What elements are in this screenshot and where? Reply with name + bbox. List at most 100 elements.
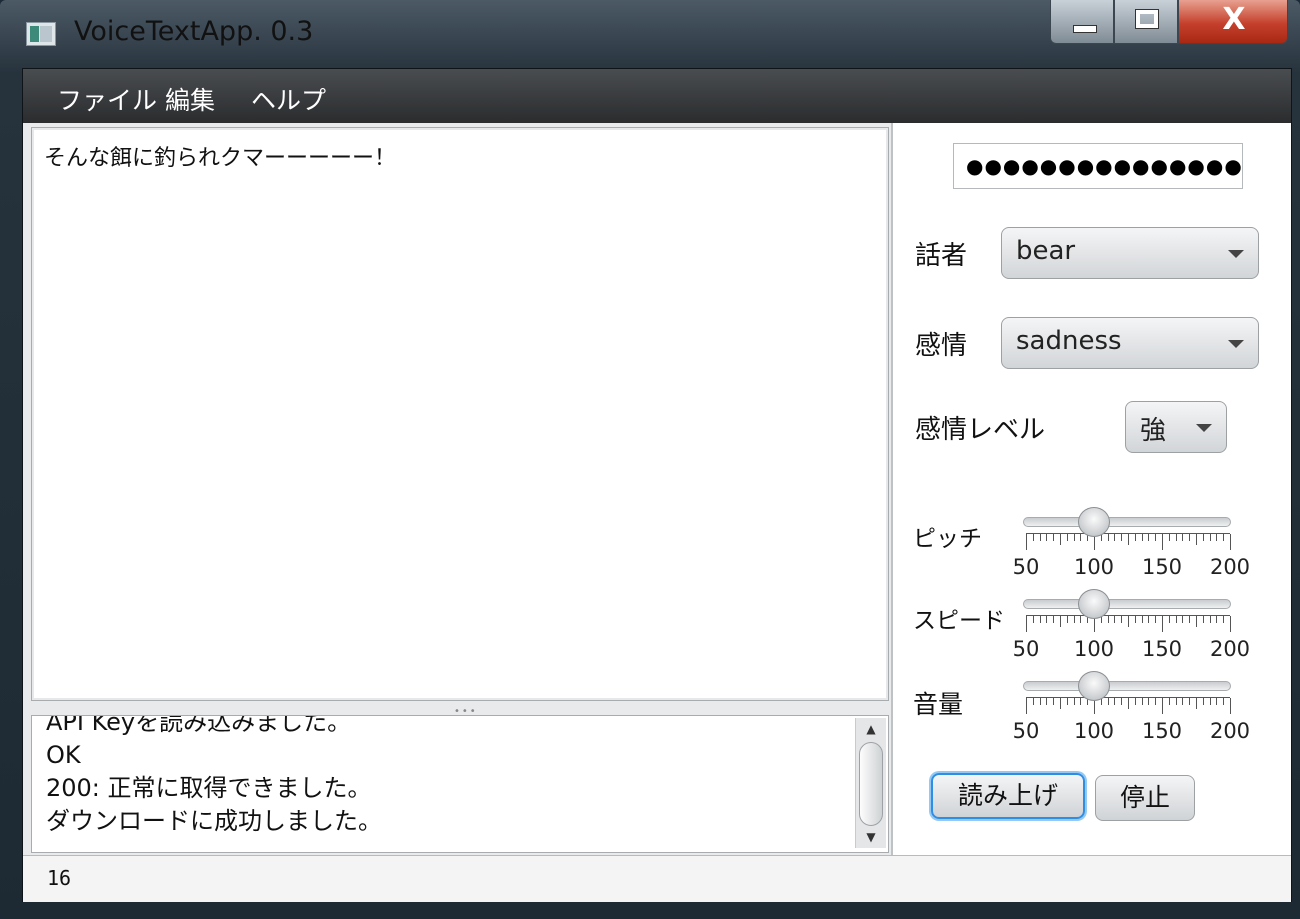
tick-mark <box>1026 698 1027 714</box>
log-area[interactable]: API Keyを読み込みました。 OK 200: 正常に取得できました。 ダウン… <box>31 715 889 853</box>
tick-mark <box>1148 534 1150 541</box>
log-line: ダウンロードに成功しました。 <box>46 807 382 835</box>
chevron-down-icon <box>1228 250 1244 258</box>
tick-mark <box>1046 698 1048 705</box>
emotion-level-value: 強 <box>1140 416 1167 446</box>
tick-mark <box>1114 698 1116 705</box>
tick-mark <box>1114 616 1116 623</box>
status-bar: 16 <box>23 855 1291 902</box>
emotion-level-label: 感情レベル <box>915 415 1046 445</box>
emotion-level-select[interactable]: 強 <box>1125 401 1227 453</box>
tick-label: 50 <box>1012 719 1040 743</box>
slider-track[interactable] <box>1023 681 1231 691</box>
log-line: API Keyを読み込みました。 <box>46 715 352 736</box>
tick-mark <box>1080 534 1082 541</box>
close-button[interactable]: X <box>1178 0 1288 44</box>
speaker-label: 話者 <box>915 241 968 271</box>
tick-mark <box>1053 534 1055 541</box>
tick-mark <box>1175 616 1177 623</box>
tick-mark <box>1046 534 1048 541</box>
scroll-down-icon[interactable]: ▼ <box>859 828 883 846</box>
tick-mark <box>1053 616 1055 623</box>
scroll-up-icon[interactable]: ▲ <box>859 720 883 738</box>
tick-label: 100 <box>1073 555 1115 579</box>
tick-mark <box>1039 534 1041 541</box>
tick-mark <box>1182 616 1184 623</box>
menu-help[interactable]: ヘルプ <box>251 81 326 117</box>
slider-ticks <box>1026 615 1231 632</box>
tick-mark <box>1128 616 1129 627</box>
speaker-value: bear <box>1016 236 1076 266</box>
tick-mark <box>1032 616 1034 623</box>
tick-mark <box>1209 616 1211 623</box>
close-icon: X <box>1222 2 1246 37</box>
slider-ticks <box>1026 697 1231 714</box>
tick-mark <box>1073 534 1075 541</box>
tick-mark <box>1121 534 1123 541</box>
emotion-select[interactable]: sadness <box>1001 317 1259 369</box>
volume-slider[interactable]: 50 100 150 200 <box>1013 669 1257 743</box>
menu-bar: ファイル 編集 ヘルプ <box>23 69 1291 123</box>
slider-thumb[interactable] <box>1078 671 1110 701</box>
tick-mark <box>1196 616 1197 627</box>
tick-mark <box>1066 616 1068 623</box>
slider-track[interactable] <box>1023 599 1231 609</box>
tick-mark <box>1189 698 1191 705</box>
tick-label: 100 <box>1073 719 1115 743</box>
chevron-down-icon <box>1196 424 1212 432</box>
tick-mark <box>1155 616 1157 623</box>
volume-label: 音量 <box>913 690 964 719</box>
speed-slider[interactable]: 50 100 150 200 <box>1013 587 1257 661</box>
title-bar[interactable]: VoiceTextApp. 0.3 X <box>0 0 1300 66</box>
stop-button[interactable]: 停止 <box>1095 775 1195 821</box>
tick-mark <box>1066 534 1068 541</box>
maximize-button[interactable] <box>1114 0 1178 44</box>
tick-mark <box>1141 534 1143 541</box>
pitch-slider[interactable]: 50 100 150 200 <box>1013 505 1257 579</box>
text-editor[interactable]: そんな餌に釣られクマーーーーー！ <box>31 127 889 701</box>
tick-label: 150 <box>1141 719 1183 743</box>
tick-mark <box>1046 616 1048 623</box>
tick-mark <box>1026 616 1027 632</box>
tick-mark <box>1026 534 1027 550</box>
tick-mark <box>1141 616 1143 623</box>
menu-file[interactable]: ファイル <box>57 81 157 117</box>
log-line: OK <box>46 741 81 769</box>
maximize-icon <box>1135 9 1159 29</box>
tick-mark <box>1202 616 1204 623</box>
slider-thumb[interactable] <box>1078 589 1110 619</box>
log-scrollbar[interactable]: ▲ ▼ <box>855 718 886 848</box>
tick-mark <box>1128 534 1129 545</box>
tick-mark <box>1134 698 1136 705</box>
tick-mark <box>1155 698 1157 705</box>
tick-mark <box>1168 534 1170 541</box>
tick-mark <box>1162 534 1163 550</box>
tick-mark <box>1223 534 1225 541</box>
tick-mark <box>1039 616 1041 623</box>
split-divider[interactable]: ••• <box>31 703 889 717</box>
tick-mark <box>1196 698 1197 709</box>
api-key-field[interactable]: ●●●●●●●●●●●●●●●●●● <box>953 143 1243 189</box>
tick-mark <box>1053 698 1055 705</box>
read-aloud-button[interactable]: 読み上げ <box>931 773 1085 819</box>
tick-mark <box>1060 534 1061 545</box>
scroll-thumb[interactable] <box>859 742 883 826</box>
tick-mark <box>1230 616 1231 632</box>
tick-mark <box>1182 698 1184 705</box>
editor-text: そんな餌に釣られクマーーーーー！ <box>44 146 397 171</box>
speaker-select[interactable]: bear <box>1001 227 1259 279</box>
tick-mark <box>1223 698 1225 705</box>
slider-thumb[interactable] <box>1078 507 1110 537</box>
tick-label: 100 <box>1073 637 1115 661</box>
tick-label: 200 <box>1209 637 1251 661</box>
tick-mark <box>1230 534 1231 550</box>
tick-mark <box>1080 698 1082 705</box>
tick-mark <box>1189 616 1191 623</box>
menu-edit[interactable]: 編集 <box>165 81 215 117</box>
tick-mark <box>1134 616 1136 623</box>
tick-mark <box>1060 616 1061 627</box>
tick-mark <box>1162 616 1163 632</box>
minimize-button[interactable] <box>1050 0 1114 44</box>
slider-track[interactable] <box>1023 517 1231 527</box>
tick-mark <box>1182 534 1184 541</box>
